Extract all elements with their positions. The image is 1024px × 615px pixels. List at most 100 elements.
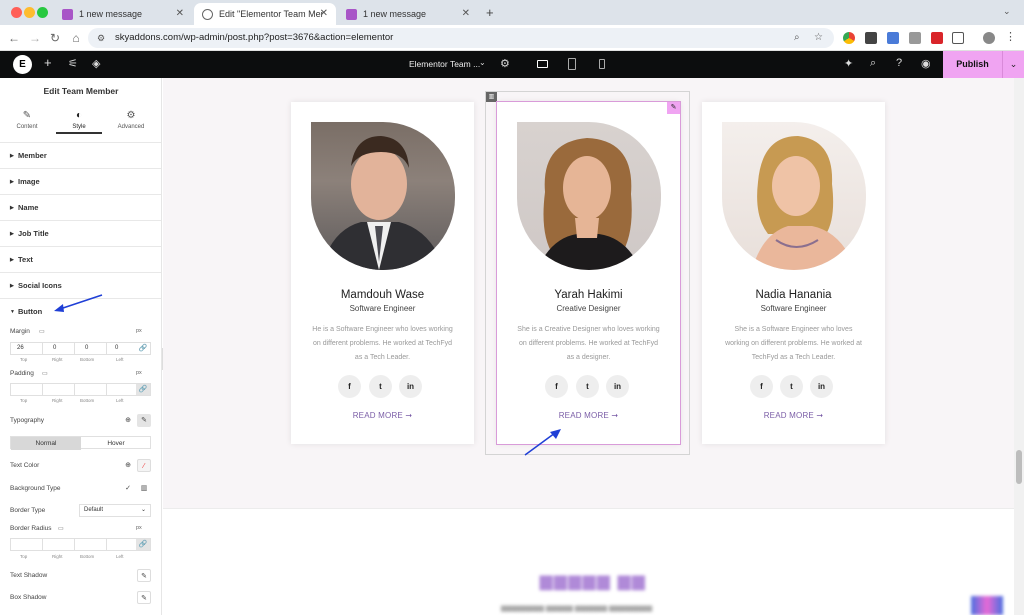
- new-tab-button[interactable]: +: [486, 5, 494, 20]
- bg-classic-brush-icon[interactable]: ✓: [121, 482, 135, 495]
- padding-top-input[interactable]: [11, 384, 43, 395]
- add-element-icon[interactable]: +: [44, 55, 52, 70]
- site-info-icon[interactable]: ⚙: [97, 28, 105, 48]
- tab-style[interactable]: ◐ Style: [54, 110, 104, 130]
- reload-icon[interactable]: ↻: [48, 31, 62, 45]
- responsive-desktop-icon[interactable]: ▭: [39, 328, 45, 335]
- section-name[interactable]: ▶ Name: [0, 194, 161, 220]
- edit-typography-pencil-icon[interactable]: ✎: [137, 414, 151, 427]
- zoom-icon[interactable]: ⌕: [794, 28, 800, 48]
- extensions-puzzle-icon[interactable]: [952, 32, 964, 44]
- page-settings-gear-icon[interactable]: ⚙: [500, 57, 510, 70]
- notifications-rocket-icon[interactable]: ✦: [844, 57, 853, 70]
- responsive-desktop-icon[interactable]: ▭: [58, 525, 64, 532]
- bookmark-star-icon[interactable]: ☆: [814, 28, 823, 48]
- radius-top-input[interactable]: [11, 539, 43, 550]
- mobile-view-icon[interactable]: [599, 59, 605, 69]
- section-label: Job Title: [18, 229, 49, 238]
- edit-box-shadow-pencil-icon[interactable]: ✎: [137, 591, 151, 604]
- twitter-icon[interactable]: t: [780, 375, 803, 398]
- close-tab-icon[interactable]: ✕: [462, 8, 470, 19]
- caret-down-icon: ▼: [10, 309, 15, 315]
- team-card[interactable]: Nadia Hanania Software Engineer She is a…: [702, 102, 885, 444]
- margin-bottom-input[interactable]: 0: [75, 343, 107, 354]
- profile-avatar[interactable]: [983, 32, 995, 44]
- structure-layers-icon[interactable]: ◈: [92, 57, 100, 70]
- linkedin-icon[interactable]: in: [399, 375, 422, 398]
- margin-left-input[interactable]: 0: [107, 343, 138, 354]
- link-values-icon[interactable]: 🔗: [136, 343, 150, 354]
- site-settings-icon[interactable]: ⚟: [68, 57, 78, 70]
- publish-button[interactable]: Publish: [943, 51, 1002, 78]
- browser-tab-1[interactable]: 1 new message ✕: [54, 3, 192, 25]
- scrollbar-thumb[interactable]: [1016, 450, 1022, 484]
- border-radius-unit-select[interactable]: px: [136, 525, 142, 531]
- search-icon[interactable]: ⌕: [870, 57, 876, 70]
- margin-unit-select[interactable]: px: [136, 328, 142, 334]
- global-settings-icon[interactable]: ⊕: [121, 414, 135, 427]
- link-values-icon[interactable]: 🔗: [136, 384, 150, 395]
- close-tab-icon[interactable]: ✕: [320, 8, 328, 19]
- desktop-view-icon[interactable]: [537, 60, 548, 68]
- border-type-select[interactable]: Default ⌄: [79, 504, 151, 517]
- tab-normal[interactable]: Normal: [11, 437, 81, 450]
- padding-right-input[interactable]: [43, 384, 75, 395]
- close-tab-icon[interactable]: ✕: [176, 8, 184, 19]
- edit-widget-pencil-icon[interactable]: ✎: [667, 102, 680, 114]
- extension-translate-icon[interactable]: [887, 32, 899, 44]
- chevron-down-icon[interactable]: ⌄: [479, 58, 486, 67]
- tab-hover[interactable]: Hover: [81, 437, 151, 450]
- browser-tab-3[interactable]: 1 new message ✕: [338, 3, 478, 25]
- padding-unit-select[interactable]: px: [136, 370, 142, 376]
- padding-bottom-input[interactable]: [75, 384, 107, 395]
- radius-left-input[interactable]: [107, 539, 138, 550]
- linkedin-icon[interactable]: in: [810, 375, 833, 398]
- address-bar[interactable]: ⚙ skyaddons.com/wp-admin/post.php?post=3…: [88, 28, 834, 48]
- extension-chrome-icon[interactable]: [843, 32, 855, 44]
- home-icon[interactable]: ⌂: [69, 31, 83, 45]
- close-window-dot[interactable]: [11, 7, 22, 18]
- extension-grid-icon[interactable]: [909, 32, 921, 44]
- help-icon[interactable]: ?: [896, 57, 902, 69]
- responsive-desktop-icon[interactable]: ▭: [42, 370, 48, 377]
- tab-search-icon[interactable]: ⌄: [1003, 6, 1011, 17]
- radius-bottom-input[interactable]: [75, 539, 107, 550]
- tablet-view-icon[interactable]: [568, 58, 576, 70]
- global-color-icon[interactable]: ⊕: [121, 459, 135, 472]
- read-more-link[interactable]: READ MORE ➞: [702, 411, 885, 420]
- padding-left-input[interactable]: [107, 384, 138, 395]
- maximize-window-dot[interactable]: [37, 7, 48, 18]
- male-portrait-icon: [321, 136, 445, 270]
- team-card[interactable]: Mamdouh Wase Software Engineer He is a S…: [291, 102, 474, 444]
- radius-right-input[interactable]: [43, 539, 75, 550]
- margin-right-input[interactable]: 0: [43, 343, 75, 354]
- forward-arrow-icon[interactable]: →: [28, 31, 42, 45]
- margin-top-input[interactable]: 26: [11, 343, 43, 354]
- minimize-window-dot[interactable]: [24, 7, 35, 18]
- document-title[interactable]: Elementor Team ...: [409, 59, 480, 69]
- canvas-scrollbar[interactable]: [1014, 78, 1024, 615]
- back-arrow-icon[interactable]: ←: [7, 31, 21, 45]
- read-more-link[interactable]: READ MORE ➞: [291, 411, 474, 420]
- publish-options-chevron-icon[interactable]: ⌄: [1002, 51, 1024, 78]
- facebook-icon[interactable]: f: [750, 375, 773, 398]
- section-text[interactable]: ▶ Text: [0, 246, 161, 272]
- browser-menu-icon[interactable]: ⋮: [1005, 30, 1016, 43]
- bg-gradient-icon[interactable]: ▥: [137, 482, 151, 495]
- color-picker-swatch[interactable]: ⁄: [137, 459, 151, 472]
- section-member[interactable]: ▶ Member: [0, 142, 161, 168]
- tab-content[interactable]: ✎ Content: [2, 110, 52, 130]
- facebook-icon[interactable]: f: [338, 375, 361, 398]
- browser-tab-2[interactable]: Edit "Elementor Team Memb... ✕: [194, 3, 336, 25]
- edit-text-shadow-pencil-icon[interactable]: ✎: [137, 569, 151, 582]
- elementor-logo-icon[interactable]: E: [13, 55, 32, 74]
- extension-shield-icon[interactable]: [865, 32, 877, 44]
- link-values-icon[interactable]: 🔗: [136, 539, 150, 550]
- tab-advanced[interactable]: ⚙ Advanced: [106, 110, 156, 130]
- padding-label: Padding: [10, 370, 34, 377]
- section-job-title[interactable]: ▶ Job Title: [0, 220, 161, 246]
- extension-red-icon[interactable]: [931, 32, 943, 44]
- preview-eye-icon[interactable]: ◉: [921, 57, 931, 70]
- twitter-icon[interactable]: t: [369, 375, 392, 398]
- section-image[interactable]: ▶ Image: [0, 168, 161, 194]
